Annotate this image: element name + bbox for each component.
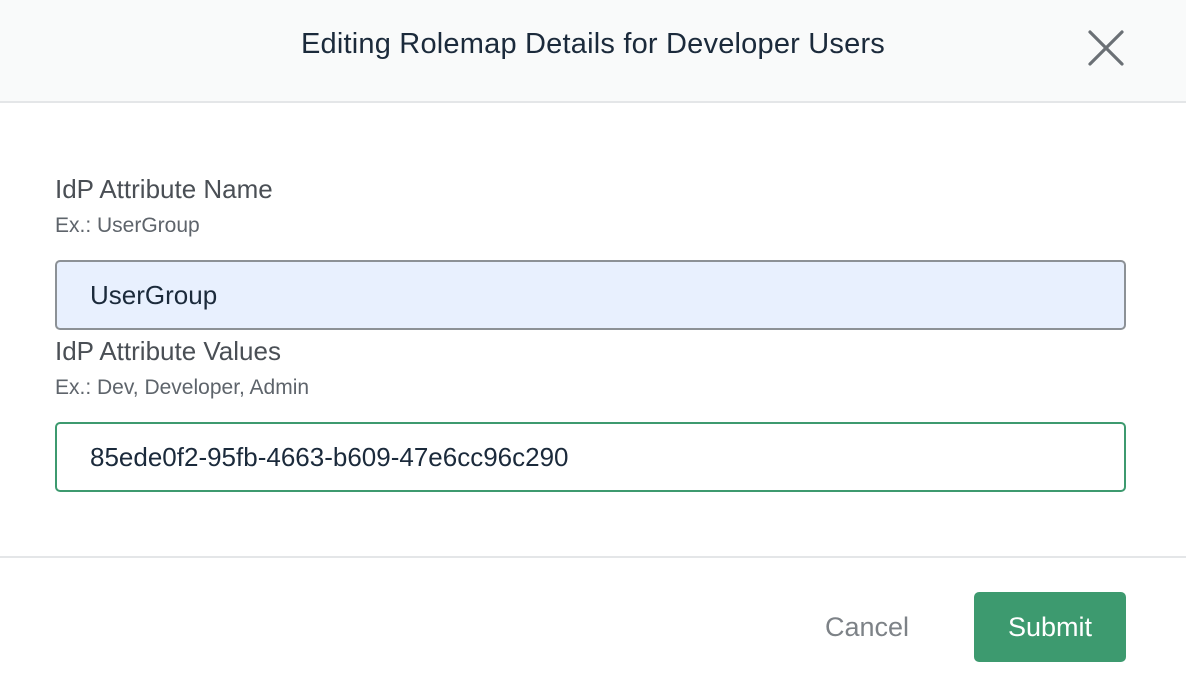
attribute-values-label: IdP Attribute Values bbox=[55, 336, 281, 366]
attribute-name-hint: Ex.: UserGroup bbox=[55, 214, 200, 237]
modal-header: Editing Rolemap Details for Developer Us… bbox=[0, 0, 1186, 103]
close-button[interactable] bbox=[1086, 28, 1126, 68]
submit-button[interactable]: Submit bbox=[974, 592, 1126, 662]
close-icon bbox=[1088, 30, 1124, 66]
attribute-values-input[interactable] bbox=[55, 422, 1126, 492]
attribute-values-hint: Ex.: Dev, Developer, Admin bbox=[55, 376, 310, 399]
modal-title: Editing Rolemap Details for Developer Us… bbox=[300, 28, 885, 60]
cancel-button[interactable]: Cancel bbox=[806, 592, 928, 662]
footer-divider bbox=[0, 556, 1186, 558]
attribute-name-input[interactable] bbox=[55, 260, 1126, 330]
edit-rolemap-modal: Editing Rolemap Details for Developer Us… bbox=[0, 0, 1186, 690]
attribute-name-label: IdP Attribute Name bbox=[55, 174, 273, 204]
